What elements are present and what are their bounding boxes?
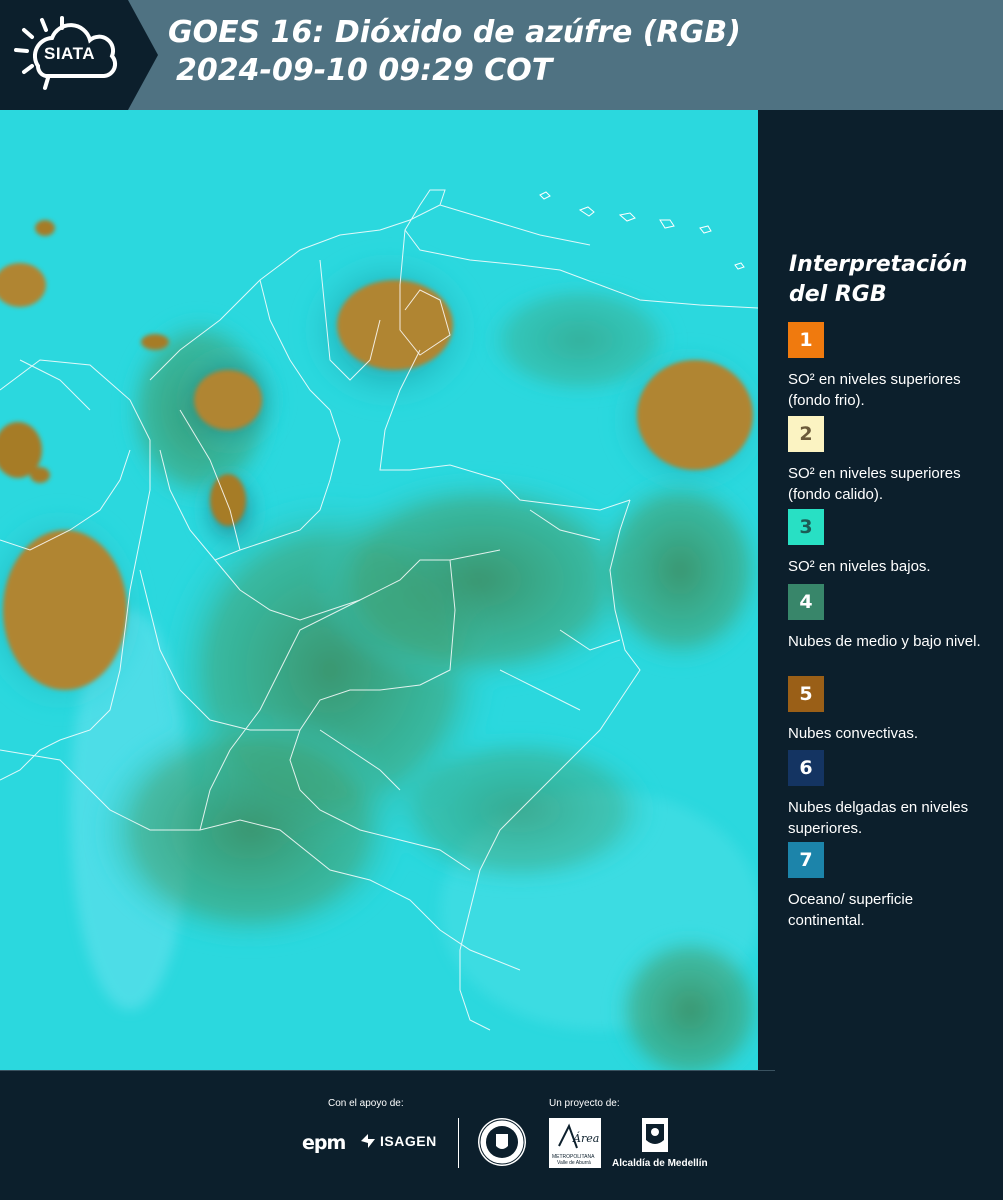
isagen-text: ISAGEN (380, 1133, 437, 1149)
legend-item-3: 3 SO² en niveles bajos. (788, 509, 988, 577)
legend-label: SO² en niveles superiores (fondo frio). (788, 371, 961, 409)
isagen-logo: ISAGEN (360, 1133, 437, 1149)
seal-icon (479, 1119, 525, 1165)
legend-swatch: 1 (788, 322, 824, 358)
legend-number: 3 (799, 516, 813, 538)
legend-number: 7 (799, 849, 813, 871)
legend-item-6: 6 Nubes delgadas en niveles superiores. (788, 750, 988, 839)
legend-number: 2 (799, 423, 813, 445)
siata-logo: SIATA (0, 0, 158, 110)
legend-swatch: 4 (788, 584, 824, 620)
legend-number: 1 (799, 329, 813, 351)
page-title: GOES 16: Dióxido de azúfre (RGB) 2024-09… (168, 14, 741, 90)
area-logo-sub2: Valle de Aburrá (557, 1160, 591, 1166)
legend-number: 4 (799, 591, 813, 613)
legend-item-1: 1 SO² en niveles superiores (fondo frio)… (788, 322, 988, 411)
title-product: GOES 16: Dióxido de azúfre (RGB) (168, 15, 741, 50)
legend-panel: Interpretación del RGB 1 SO² en niveles … (762, 110, 1003, 1070)
legend-swatch: 6 (788, 750, 824, 786)
legend-label: Nubes delgadas en niveles superiores. (788, 799, 969, 837)
legend-label: SO² en niveles bajos. (788, 558, 931, 575)
alcaldia-shield-icon (642, 1118, 668, 1152)
title-datetime: 2024-09-10 09:29 COT (176, 53, 553, 88)
alcaldia-text: Alcaldía de Medellín (612, 1158, 708, 1169)
header-bar: SIATA GOES 16: Dióxido de azúfre (RGB) 2… (0, 0, 1003, 110)
isagen-mark-icon (361, 1134, 375, 1148)
footer-divider-line (0, 1070, 775, 1071)
map-canvas (0, 110, 758, 1070)
satellite-map (0, 110, 758, 1070)
legend-label: Nubes convectivas. (788, 725, 919, 742)
legend-swatch: 5 (788, 676, 824, 712)
legend-label: Nubes de medio y bajo nivel. (788, 633, 981, 650)
legend-item-5: 5 Nubes convectivas. (788, 676, 988, 744)
legend-number: 6 (799, 757, 813, 779)
footer: Con el apoyo de: Un proyecto de: epm ISA… (0, 1070, 1003, 1200)
area-logo-icon: Área METROPOLITANA Valle de Aburrá (549, 1118, 601, 1168)
area-metropolitana-logo: Área METROPOLITANA Valle de Aburrá (549, 1118, 601, 1168)
legend-item-4: 4 Nubes de medio y bajo nivel. (788, 584, 988, 652)
legend-number: 5 (799, 683, 813, 705)
support-label: Con el apoyo de: (328, 1098, 404, 1109)
legend-swatch: 2 (788, 416, 824, 452)
legend-label: Oceano/ superficie continental. (788, 891, 914, 929)
project-label: Un proyecto de: (549, 1098, 620, 1109)
footer-vertical-divider (458, 1118, 459, 1168)
epm-logo: epm (302, 1132, 346, 1154)
legend-item-2: 2 SO² en niveles superiores (fondo calid… (788, 416, 988, 505)
area-logo-text: Área (572, 1131, 599, 1145)
legend-title-line1: Interpretación (789, 252, 968, 277)
legend-swatch: 3 (788, 509, 824, 545)
legend-title: Interpretación del RGB (789, 250, 967, 310)
medellin-seal-logo (478, 1118, 526, 1166)
legend-title-line2: del RGB (789, 282, 887, 307)
logo-text: SIATA (44, 44, 95, 63)
legend-label: SO² en niveles superiores (fondo calido)… (788, 465, 961, 503)
legend-item-7: 7 Oceano/ superficie continental. (788, 842, 988, 931)
legend-swatch: 7 (788, 842, 824, 878)
